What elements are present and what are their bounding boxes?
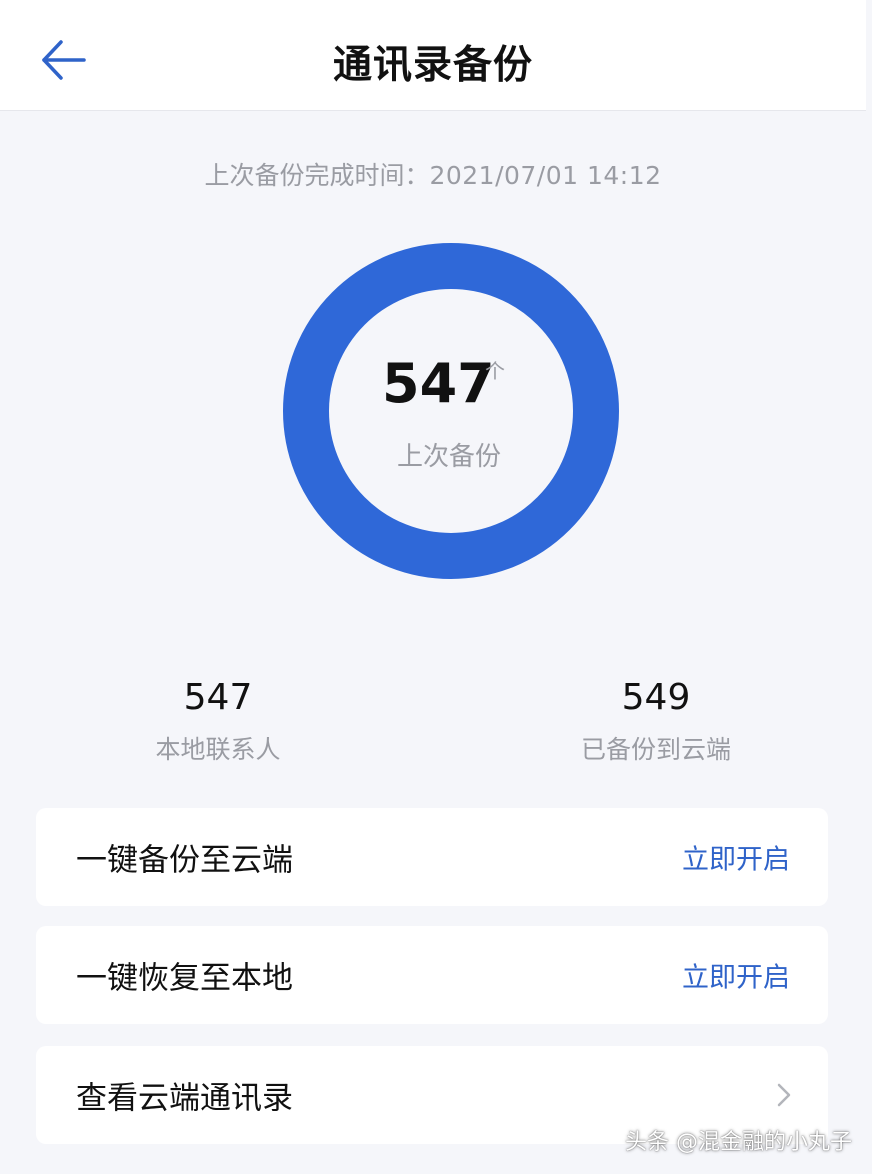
restore-to-local-label: 一键恢复至本地 [76,960,293,997]
backup-to-cloud-enable-button[interactable]: 立即开启 [682,838,790,877]
backup-to-cloud-label: 一键备份至云端 [76,842,293,879]
page-title: 通讯录备份 [332,43,533,88]
restore-to-local-enable-button[interactable]: 立即开启 [682,956,790,995]
view-cloud-contacts-label: 查看云端通讯录 [76,1080,293,1117]
ring-unit: 个 [485,359,505,383]
local-contacts-label: 本地联系人 [155,735,281,764]
stat-cloud-backup: 549 已备份到云端 [506,676,806,766]
ring-count: 547 [382,352,495,415]
cloud-backup-label: 已备份到云端 [580,735,731,764]
stat-local-contacts: 547 本地联系人 [68,676,368,766]
watermark: 头条 @混金融的小丸子 [625,1130,852,1155]
local-contacts-count: 547 [183,677,253,718]
cloud-backup-count: 549 [621,677,691,718]
restore-to-local-row[interactable]: 一键恢复至本地 立即开启 [36,926,828,1024]
backup-to-cloud-row[interactable]: 一键备份至云端 立即开启 [36,808,828,906]
chevron-right-icon [777,1083,791,1107]
app-header: 通讯录备份 [0,0,866,111]
ring-label: 上次备份 [396,442,501,472]
last-backup-value: 2021/07/01 14:12 [429,161,662,190]
last-backup-time: 上次备份完成时间：2021/07/01 14:12 [0,156,866,192]
last-backup-label: 上次备份完成时间： [204,161,430,190]
